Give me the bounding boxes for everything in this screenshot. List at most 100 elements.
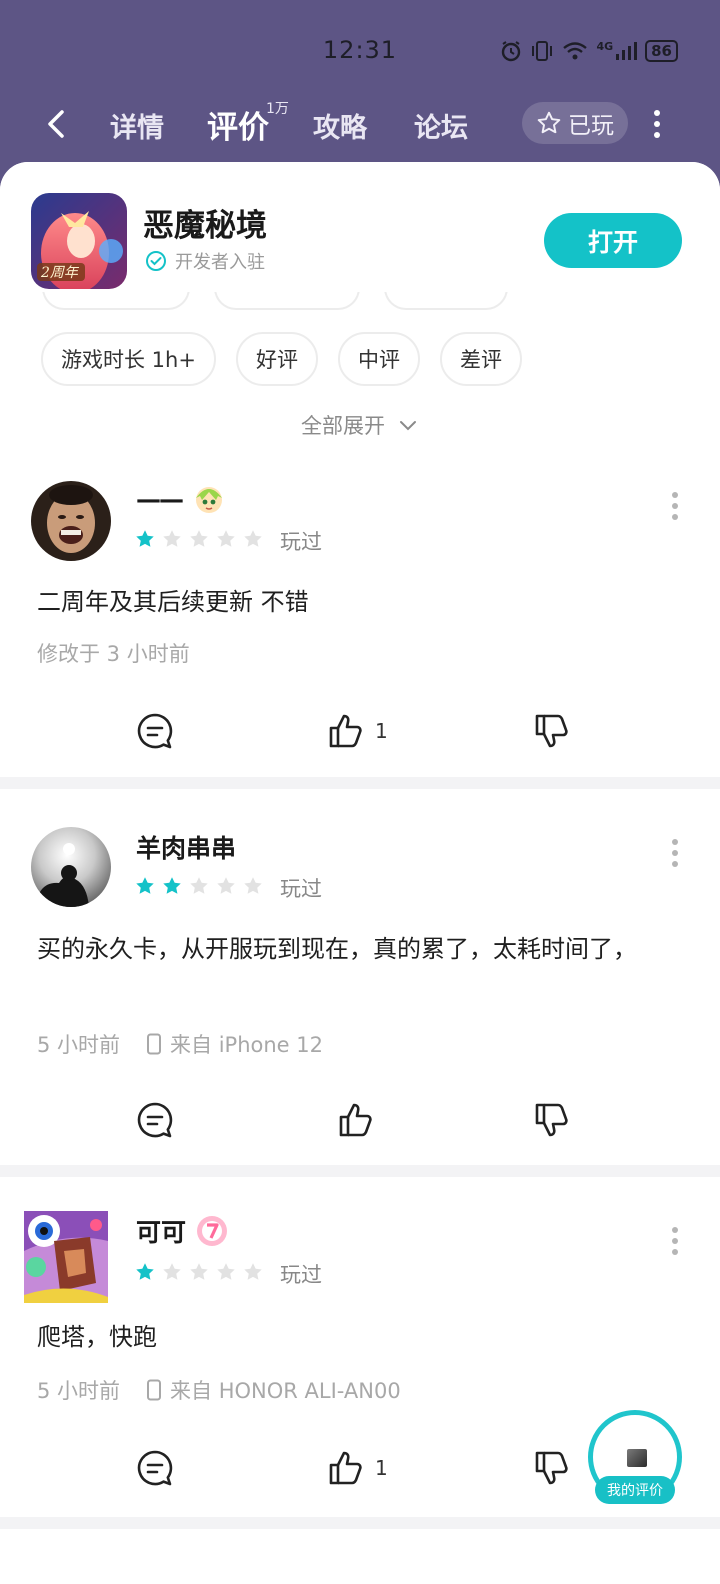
- rating-stars: [134, 1261, 264, 1283]
- review-meta: 修改于 3 小时前: [37, 638, 190, 668]
- review-meta: 5 小时前 来自 iPhone 12: [37, 1029, 323, 1059]
- review-time: 修改于 3 小时前: [37, 642, 190, 666]
- vibrate-icon: [532, 41, 553, 61]
- star-empty-icon: [244, 877, 262, 894]
- star-filled-icon: [136, 530, 154, 547]
- alarm-icon: [502, 41, 521, 62]
- more-menu-button[interactable]: [642, 106, 672, 142]
- tab-details[interactable]: 详情: [110, 106, 164, 145]
- network-label: 4G: [596, 39, 614, 53]
- reply-button[interactable]: [136, 1449, 174, 1487]
- game-icon[interactable]: 2周年: [31, 193, 127, 289]
- comment-icon: [137, 1102, 173, 1138]
- review-text: 买的永久卡，从开服玩到现在，真的累了，太耗时间了，: [37, 935, 637, 963]
- star-outline-icon: [537, 111, 561, 134]
- played-label: 已玩: [568, 113, 614, 139]
- review-card: 羊肉串串 玩过 买的永久卡，从开服玩到现在，真的累了，太耗时间了， 5 小时前 …: [0, 789, 720, 1165]
- game-header: 2周年 恶魔秘境 开发者入驻 打开: [0, 162, 720, 292]
- like-button[interactable]: [337, 1101, 385, 1139]
- star-empty-icon: [190, 877, 208, 894]
- star-empty-icon: [217, 530, 235, 547]
- filter-negative[interactable]: 差评: [439, 332, 522, 386]
- phone-icon: [147, 1033, 162, 1055]
- star-empty-icon: [190, 530, 208, 547]
- like-count: 1: [375, 719, 388, 743]
- avatar[interactable]: [24, 1211, 108, 1303]
- dislike-button[interactable]: [533, 1449, 571, 1487]
- filter-neutral[interactable]: 中评: [337, 332, 420, 386]
- battery-indicator: 86: [645, 40, 678, 62]
- developer-label: 开发者入驻: [175, 252, 265, 273]
- section-divider: [0, 1165, 720, 1177]
- filter-chips: 游戏时长 1h+ 好评 中评 差评: [41, 332, 522, 386]
- like-button[interactable]: 1: [327, 1449, 388, 1487]
- star-empty-icon: [217, 1263, 235, 1280]
- game-title: 恶魔秘境: [143, 208, 267, 244]
- username[interactable]: ——: [136, 482, 226, 516]
- phone-icon: [147, 1379, 162, 1401]
- star-filled-icon: [136, 877, 154, 894]
- like-button[interactable]: 1: [327, 712, 388, 750]
- filter-playtime[interactable]: 游戏时长 1h+: [41, 332, 216, 386]
- my-avatar-thumb: [627, 1449, 647, 1467]
- user-badge-icon: [196, 487, 222, 513]
- dislike-button[interactable]: [533, 1101, 571, 1139]
- review-count-badge: 1万: [266, 101, 289, 117]
- check-circle-icon: [146, 251, 166, 271]
- rating-stars: [134, 528, 264, 550]
- star-empty-icon: [217, 877, 235, 894]
- username-text: 可可: [136, 1218, 187, 1247]
- star-empty-icon: [163, 1263, 181, 1280]
- username[interactable]: 可可: [136, 1213, 228, 1249]
- filter-positive[interactable]: 好评: [235, 332, 318, 386]
- developer-badge: 开发者入驻: [145, 248, 265, 274]
- open-game-button[interactable]: 打开: [544, 213, 682, 268]
- back-button[interactable]: [38, 104, 78, 144]
- star-empty-icon: [244, 1263, 262, 1280]
- star-filled-icon: [163, 877, 181, 894]
- my-review-label[interactable]: 我的评价: [595, 1476, 675, 1504]
- tab-reviews[interactable]: 评价: [207, 102, 269, 147]
- reply-button[interactable]: [136, 712, 174, 750]
- chevron-left-icon: [48, 110, 64, 138]
- dislike-button[interactable]: [533, 712, 571, 750]
- avatar[interactable]: [31, 481, 111, 561]
- thumbs-up-icon: [339, 1103, 372, 1137]
- status-bar: 12:31 4G 86: [0, 0, 720, 100]
- wifi-icon: [563, 42, 588, 60]
- played-tag: 玩过: [280, 877, 322, 901]
- star-empty-icon: [190, 1263, 208, 1280]
- review-more-button[interactable]: [670, 839, 680, 867]
- user-badge-icon: [197, 1216, 228, 1246]
- section-divider: [0, 777, 720, 789]
- avatar[interactable]: [31, 827, 111, 907]
- content-sheet: 2周年 恶魔秘境 开发者入驻 打开 游戏时长 1h+ 好评 中评 差评 全部展开…: [0, 162, 720, 1584]
- review-card: —— 玩过 二周年及其后续更新 不错 修改于 3 小时前 1: [0, 462, 720, 777]
- svg-text:2周年: 2周年: [40, 265, 80, 281]
- review-meta: 5 小时前 来自 HONOR ALI-AN00: [37, 1375, 401, 1405]
- review-text: 爬塔，快跑: [37, 1323, 157, 1351]
- username-text: ——: [136, 484, 184, 514]
- username[interactable]: 羊肉串串: [136, 829, 236, 865]
- played-button[interactable]: 已玩: [522, 102, 628, 144]
- review-more-button[interactable]: [670, 492, 680, 520]
- tab-forum[interactable]: 论坛: [414, 106, 468, 145]
- expand-all-button[interactable]: 全部展开: [0, 410, 720, 440]
- review-device: 来自 iPhone 12: [170, 1033, 324, 1057]
- review-time: 5 小时前: [37, 1379, 121, 1403]
- tab-guides[interactable]: 攻略: [313, 106, 367, 145]
- played-tag: 玩过: [280, 1263, 322, 1287]
- reply-button[interactable]: [136, 1101, 174, 1139]
- star-empty-icon: [163, 530, 181, 547]
- username-text: 羊肉串串: [136, 834, 237, 863]
- signal-icon: [616, 42, 638, 60]
- status-icons: 4G 86: [500, 40, 678, 62]
- section-divider: [0, 1517, 720, 1529]
- thumbs-down-icon: [535, 1451, 568, 1485]
- star-empty-icon: [244, 530, 262, 547]
- review-text: 二周年及其后续更新 不错: [37, 588, 309, 616]
- thumbs-up-icon: [329, 714, 362, 748]
- star-filled-icon: [136, 1263, 154, 1280]
- review-more-button[interactable]: [670, 1227, 680, 1255]
- comment-icon: [137, 713, 173, 749]
